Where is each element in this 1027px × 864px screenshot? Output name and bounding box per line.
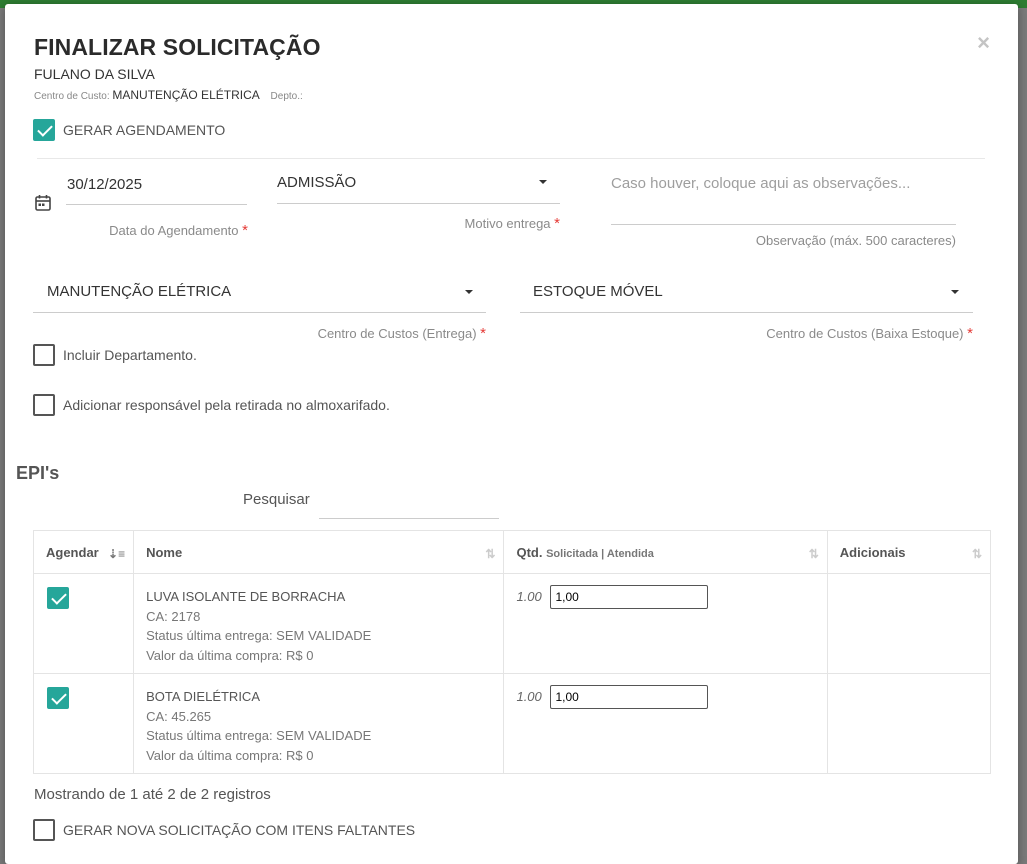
schedule-date-label: Data do Agendamento * [109,222,248,239]
item-name: LUVA ISOLANTE DE BORRACHA [146,589,346,604]
table-row: LUVA ISOLANTE DE BORRACHA CA: 2178 Statu… [32,573,992,674]
modal-title: FINALIZAR SOLICITAÇÃO [34,34,321,60]
reason-label: Motivo entrega * [464,215,560,232]
chevron-down-icon[interactable] [951,290,959,294]
finalize-request-modal: × FINALIZAR SOLICITAÇÃO FULANO DA SILVA … [5,4,1018,864]
table-header-row: Agendar ⇣≡ Nome ⇅ Qtd. Solicitada | Atendi… [32,530,992,574]
qty-requested: 1.00 [516,689,542,705]
schedule-item-checkbox[interactable] [47,687,69,709]
employee-name: FULANO DA SILVA [34,66,155,82]
column-header-nome[interactable]: Nome ⇅ [133,530,505,574]
stock-cost-center-underline [520,312,973,313]
observation-textarea[interactable]: Caso houver, coloque aqui as observações… [611,175,910,192]
sort-icon[interactable]: ⇅ [485,547,495,561]
item-status: Status última entrega: SEM VALIDADE [146,728,372,743]
additionals-cell [826,573,992,674]
gerar-agendamento-checkbox[interactable] [33,119,55,141]
qty-attended-input[interactable] [550,585,709,609]
column-header-agendar[interactable]: Agendar ⇣≡ [32,530,135,574]
sort-icon[interactable]: ⇅ [972,547,982,561]
table-row: BOTA DIELÉTRICA CA: 45.265 Status última… [32,673,992,774]
sort-icon[interactable]: ⇅ [809,547,819,561]
gerar-nova-checkbox[interactable] [33,819,55,841]
gerar-agendamento-label: GERAR AGENDAMENTO [63,122,226,138]
gerar-nova-label: GERAR NOVA SOLICITAÇÃO COM ITENS FALTANT… [63,822,416,838]
observation-label: Observação (máx. 500 caracteres) [755,233,956,248]
sort-icon[interactable]: ⇣≡ [108,547,125,561]
cost-center-value: MANUTENÇÃO ELÉTRICA [112,88,260,102]
add-responsible-label: Adicionar responsável pela retirada no a… [63,397,390,413]
item-ca: CA: 45.265 [146,708,212,724]
column-header-qtd[interactable]: Qtd. Solicitada | Atendida ⇅ [503,530,828,574]
reason-select[interactable]: ADMISSÃO [277,174,356,191]
stock-cost-center-select[interactable]: ESTOQUE MÓVEL [533,283,663,300]
item-details: LUVA ISOLANTE DE BORRACHA CA: 2178 Statu… [135,575,502,665]
add-responsible-checkbox[interactable] [33,394,55,416]
column-header-adicionais[interactable]: Adicionais ⇅ [826,530,992,574]
include-department-checkbox[interactable] [33,344,55,366]
item-status: Status última entrega: SEM VALIDADE [146,628,372,643]
delivery-cost-center-select[interactable]: MANUTENÇÃO ELÉTRICA [47,283,231,300]
item-details: BOTA DIELÉTRICA CA: 45.265 Status última… [135,675,502,765]
observation-underline [611,224,956,225]
item-price: Valor da última compra: R$ 0 [146,647,314,663]
qty-requested: 1.00 [516,589,542,605]
additionals-cell [826,673,992,774]
delivery-cost-center-label: Centro de Custos (Entrega) * [317,325,486,342]
chevron-down-icon[interactable] [539,180,547,184]
search-input[interactable] [319,484,499,519]
item-price: Valor da última compra: R$ 0 [146,747,314,763]
reason-underline [277,203,560,204]
chevron-down-icon[interactable] [465,290,473,294]
employee-meta: Centro de Custo: MANUTENÇÃO ELÉTRICA Dep… [34,88,303,102]
department-label: Depto.: [270,91,303,102]
close-icon[interactable]: × [977,30,990,56]
stock-cost-center-label: Centro de Custos (Baixa Estoque) * [766,325,973,342]
divider [37,158,985,159]
cost-center-label: Centro de Custo: [34,91,110,102]
schedule-date-input[interactable]: 30/12/2025 [67,176,142,193]
qty-attended-input[interactable] [550,685,709,709]
item-name: BOTA DIELÉTRICA [146,689,260,704]
delivery-cost-center-underline [33,312,486,313]
calendar-icon [35,195,51,211]
schedule-item-checkbox[interactable] [47,587,69,609]
epis-section-title: EPI's [16,463,60,483]
records-info: Mostrando de 1 até 2 de 2 registros [34,786,271,803]
epis-table: Agendar ⇣≡ Nome ⇅ Qtd. Solicitada | Atendi… [32,530,992,774]
include-department-label: Incluir Departamento. [63,347,197,363]
search-label: Pesquisar [243,491,310,508]
schedule-date-underline [66,204,247,205]
item-ca: CA: 2178 [146,608,201,624]
